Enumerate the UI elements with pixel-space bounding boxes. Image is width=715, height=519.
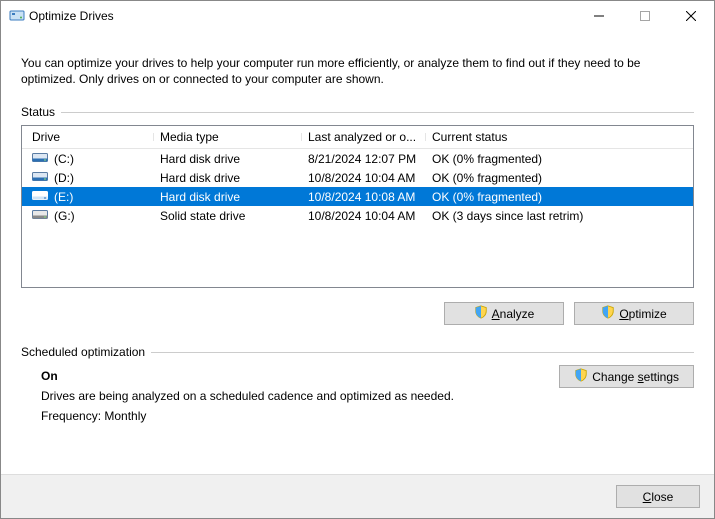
table-row[interactable]: (G:) Solid state drive10/8/2024 10:04 AMO… [22, 206, 693, 225]
cell-last: 10/8/2024 10:08 AM [302, 190, 426, 204]
drive-icon [32, 189, 48, 204]
table-row[interactable]: (D:) Hard disk drive10/8/2024 10:04 AMOK … [22, 168, 693, 187]
cell-status: OK (3 days since last retrim) [426, 209, 689, 223]
divider [61, 112, 694, 113]
optimize-label: Optimize [619, 307, 666, 321]
cell-last: 10/8/2024 10:04 AM [302, 209, 426, 223]
close-label: Close [643, 490, 674, 504]
cell-media: Hard disk drive [154, 152, 302, 166]
col-header-media[interactable]: Media type [154, 130, 302, 144]
drive-name: (E:) [54, 190, 73, 204]
cell-status: OK (0% fragmented) [426, 171, 689, 185]
status-section-label: Status [21, 105, 694, 119]
table-header: Drive Media type Last analyzed or o... C… [22, 126, 693, 149]
shield-icon [601, 305, 615, 322]
drive-icon [32, 151, 48, 166]
schedule-freq: Frequency: Monthly [41, 409, 694, 423]
titlebar: Optimize Drives [1, 1, 714, 31]
drive-icon [32, 208, 48, 223]
table-row[interactable]: (C:) Hard disk drive8/21/2024 12:07 PMOK … [22, 149, 693, 168]
cell-drive: (E:) [26, 189, 154, 204]
analyze-label: Analyze [492, 307, 535, 321]
cell-last: 10/8/2024 10:04 AM [302, 171, 426, 185]
cell-drive: (C:) [26, 151, 154, 166]
intro-text: You can optimize your drives to help you… [21, 55, 694, 87]
analyze-button[interactable]: Analyze [444, 302, 564, 325]
shield-icon [474, 305, 488, 322]
minimize-button[interactable] [576, 1, 622, 31]
footer: Close [1, 474, 714, 518]
change-settings-label: Change settings [592, 370, 679, 384]
drive-name: (D:) [54, 171, 74, 185]
cell-status: OK (0% fragmented) [426, 190, 689, 204]
col-header-drive[interactable]: Drive [26, 130, 154, 144]
optimize-button[interactable]: Optimize [574, 302, 694, 325]
table-row[interactable]: (E:) Hard disk drive10/8/2024 10:08 AMOK … [22, 187, 693, 206]
drive-name: (G:) [54, 209, 75, 223]
maximize-button[interactable] [622, 1, 668, 31]
drive-name: (C:) [54, 152, 74, 166]
cell-media: Solid state drive [154, 209, 302, 223]
divider [151, 352, 694, 353]
drive-table[interactable]: Drive Media type Last analyzed or o... C… [21, 125, 694, 288]
cell-media: Hard disk drive [154, 190, 302, 204]
col-header-last[interactable]: Last analyzed or o... [302, 130, 426, 144]
cell-media: Hard disk drive [154, 171, 302, 185]
app-icon [9, 7, 25, 26]
status-label-text: Status [21, 105, 55, 119]
schedule-section-label: Scheduled optimization [21, 345, 694, 359]
cell-last: 8/21/2024 12:07 PM [302, 152, 426, 166]
cell-drive: (G:) [26, 208, 154, 223]
schedule-label-text: Scheduled optimization [21, 345, 145, 359]
drive-icon [32, 170, 48, 185]
close-button[interactable]: Close [616, 485, 700, 508]
shield-icon [574, 368, 588, 385]
schedule-desc: Drives are being analyzed on a scheduled… [41, 389, 694, 403]
window-title: Optimize Drives [25, 9, 576, 23]
close-window-button[interactable] [668, 1, 714, 31]
cell-status: OK (0% fragmented) [426, 152, 689, 166]
cell-drive: (D:) [26, 170, 154, 185]
change-settings-button[interactable]: Change settings [559, 365, 694, 388]
col-header-status[interactable]: Current status [426, 130, 689, 144]
